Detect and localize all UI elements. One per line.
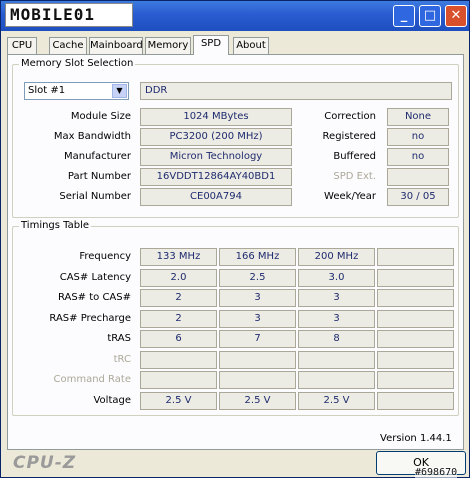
- registered-label: Registered: [322, 131, 376, 142]
- timing-cell: [140, 351, 217, 369]
- timing-cell: 3.0: [298, 269, 375, 287]
- cpuz-brand: CPU-Z: [13, 453, 77, 473]
- timing-label: CAS# Latency: [59, 272, 131, 283]
- timing-cell: 133 MHz: [140, 248, 217, 266]
- timing-label: tRAS: [107, 333, 131, 344]
- timing-cell: 2.5: [219, 269, 296, 287]
- timing-label: Voltage: [93, 395, 131, 406]
- timings-group: Timings Table Frequency 133 MHz 166 MHz 200…: [12, 220, 459, 416]
- tab-spd[interactable]: SPD: [193, 35, 229, 55]
- memory-slot-title: Memory Slot Selection: [19, 58, 136, 69]
- timing-cell: [298, 371, 375, 389]
- watermark: #698670: [415, 467, 458, 478]
- timing-cell: [377, 392, 454, 410]
- buffered-value: no: [387, 148, 449, 166]
- timing-cell: [377, 310, 454, 328]
- week-year-value: 30 / 05: [387, 188, 449, 206]
- timing-cell: [377, 289, 454, 307]
- memory-type-field: DDR: [140, 82, 452, 100]
- part-number-label: Part Number: [67, 171, 131, 182]
- timing-cell: 3: [219, 310, 296, 328]
- timing-cell: 3: [219, 289, 296, 307]
- timing-cell: [219, 371, 296, 389]
- timing-cell: [140, 371, 217, 389]
- timing-cell: 2.0: [140, 269, 217, 287]
- version-label: Version 1.44.1: [380, 433, 452, 444]
- mobile01-logo: MOBILE01: [5, 3, 133, 27]
- spd-ext-label: SPD Ext.: [333, 171, 376, 182]
- memory-slot-group: Memory Slot Selection Slot #1 ▼ DDR Modu…: [12, 58, 459, 218]
- manufacturer-label: Manufacturer: [64, 151, 131, 162]
- spd-panel: Memory Slot Selection Slot #1 ▼ DDR Modu…: [7, 54, 464, 450]
- tab-about[interactable]: About: [233, 37, 269, 54]
- timing-cell: 7: [219, 330, 296, 348]
- timing-label: Command Rate: [53, 374, 131, 385]
- serial-number-value: CE00A794: [140, 188, 292, 206]
- timing-label: RAS# to CAS#: [57, 292, 131, 303]
- minimize-button[interactable]: _: [393, 5, 415, 27]
- slot-select-value: Slot #1: [28, 85, 66, 96]
- max-bandwidth-value: PC3200 (200 MHz): [140, 128, 292, 146]
- max-bandwidth-label: Max Bandwidth: [53, 131, 131, 142]
- tab-memory[interactable]: Memory: [145, 37, 191, 54]
- timing-label: tRC: [113, 354, 131, 365]
- timing-cell: 2: [140, 310, 217, 328]
- tab-mainboard[interactable]: Mainboard: [89, 37, 143, 54]
- timings-title: Timings Table: [19, 220, 92, 231]
- correction-label: Correction: [324, 111, 376, 122]
- module-size-value: 1024 MBytes: [140, 108, 292, 126]
- timing-label: RAS# Precharge: [49, 313, 131, 324]
- timing-cell: [377, 330, 454, 348]
- timing-cell: [377, 248, 454, 266]
- timing-cell: 2.5 V: [140, 392, 217, 410]
- title-bar[interactable]: MOBILE01 _ □ ✕: [1, 1, 469, 31]
- buffered-label: Buffered: [333, 151, 376, 162]
- maximize-button[interactable]: □: [419, 5, 441, 27]
- timing-cell: 8: [298, 330, 375, 348]
- part-number-value: 16VDDT12864AY40BD1: [140, 168, 292, 186]
- timing-cell: 166 MHz: [219, 248, 296, 266]
- slot-select[interactable]: Slot #1 ▼: [24, 82, 129, 100]
- cpuz-window: MOBILE01 _ □ ✕ CPU Cache Mainboard Memor…: [0, 0, 470, 478]
- timing-cell: [377, 351, 454, 369]
- manufacturer-value: Micron Technology: [140, 148, 292, 166]
- serial-number-label: Serial Number: [59, 191, 131, 202]
- tab-cache[interactable]: Cache: [49, 37, 87, 54]
- timing-cell: 2.5 V: [219, 392, 296, 410]
- timing-cell: 3: [298, 310, 375, 328]
- timing-label: Frequency: [79, 251, 131, 262]
- close-button[interactable]: ✕: [445, 5, 467, 27]
- timing-cell: 3: [298, 289, 375, 307]
- correction-value: None: [387, 108, 449, 126]
- module-size-label: Module Size: [70, 111, 131, 122]
- spd-ext-value: [387, 168, 449, 186]
- registered-value: no: [387, 128, 449, 146]
- chevron-down-icon[interactable]: ▼: [112, 84, 127, 98]
- timing-cell: [377, 371, 454, 389]
- timing-cell: 2.5 V: [298, 392, 375, 410]
- timing-cell: 200 MHz: [298, 248, 375, 266]
- timing-cell: 6: [140, 330, 217, 348]
- timing-cell: [298, 351, 375, 369]
- week-year-label: Week/Year: [324, 191, 376, 202]
- timing-cell: [219, 351, 296, 369]
- tab-cpu[interactable]: CPU: [7, 37, 37, 54]
- timing-cell: 2: [140, 289, 217, 307]
- timing-cell: [377, 269, 454, 287]
